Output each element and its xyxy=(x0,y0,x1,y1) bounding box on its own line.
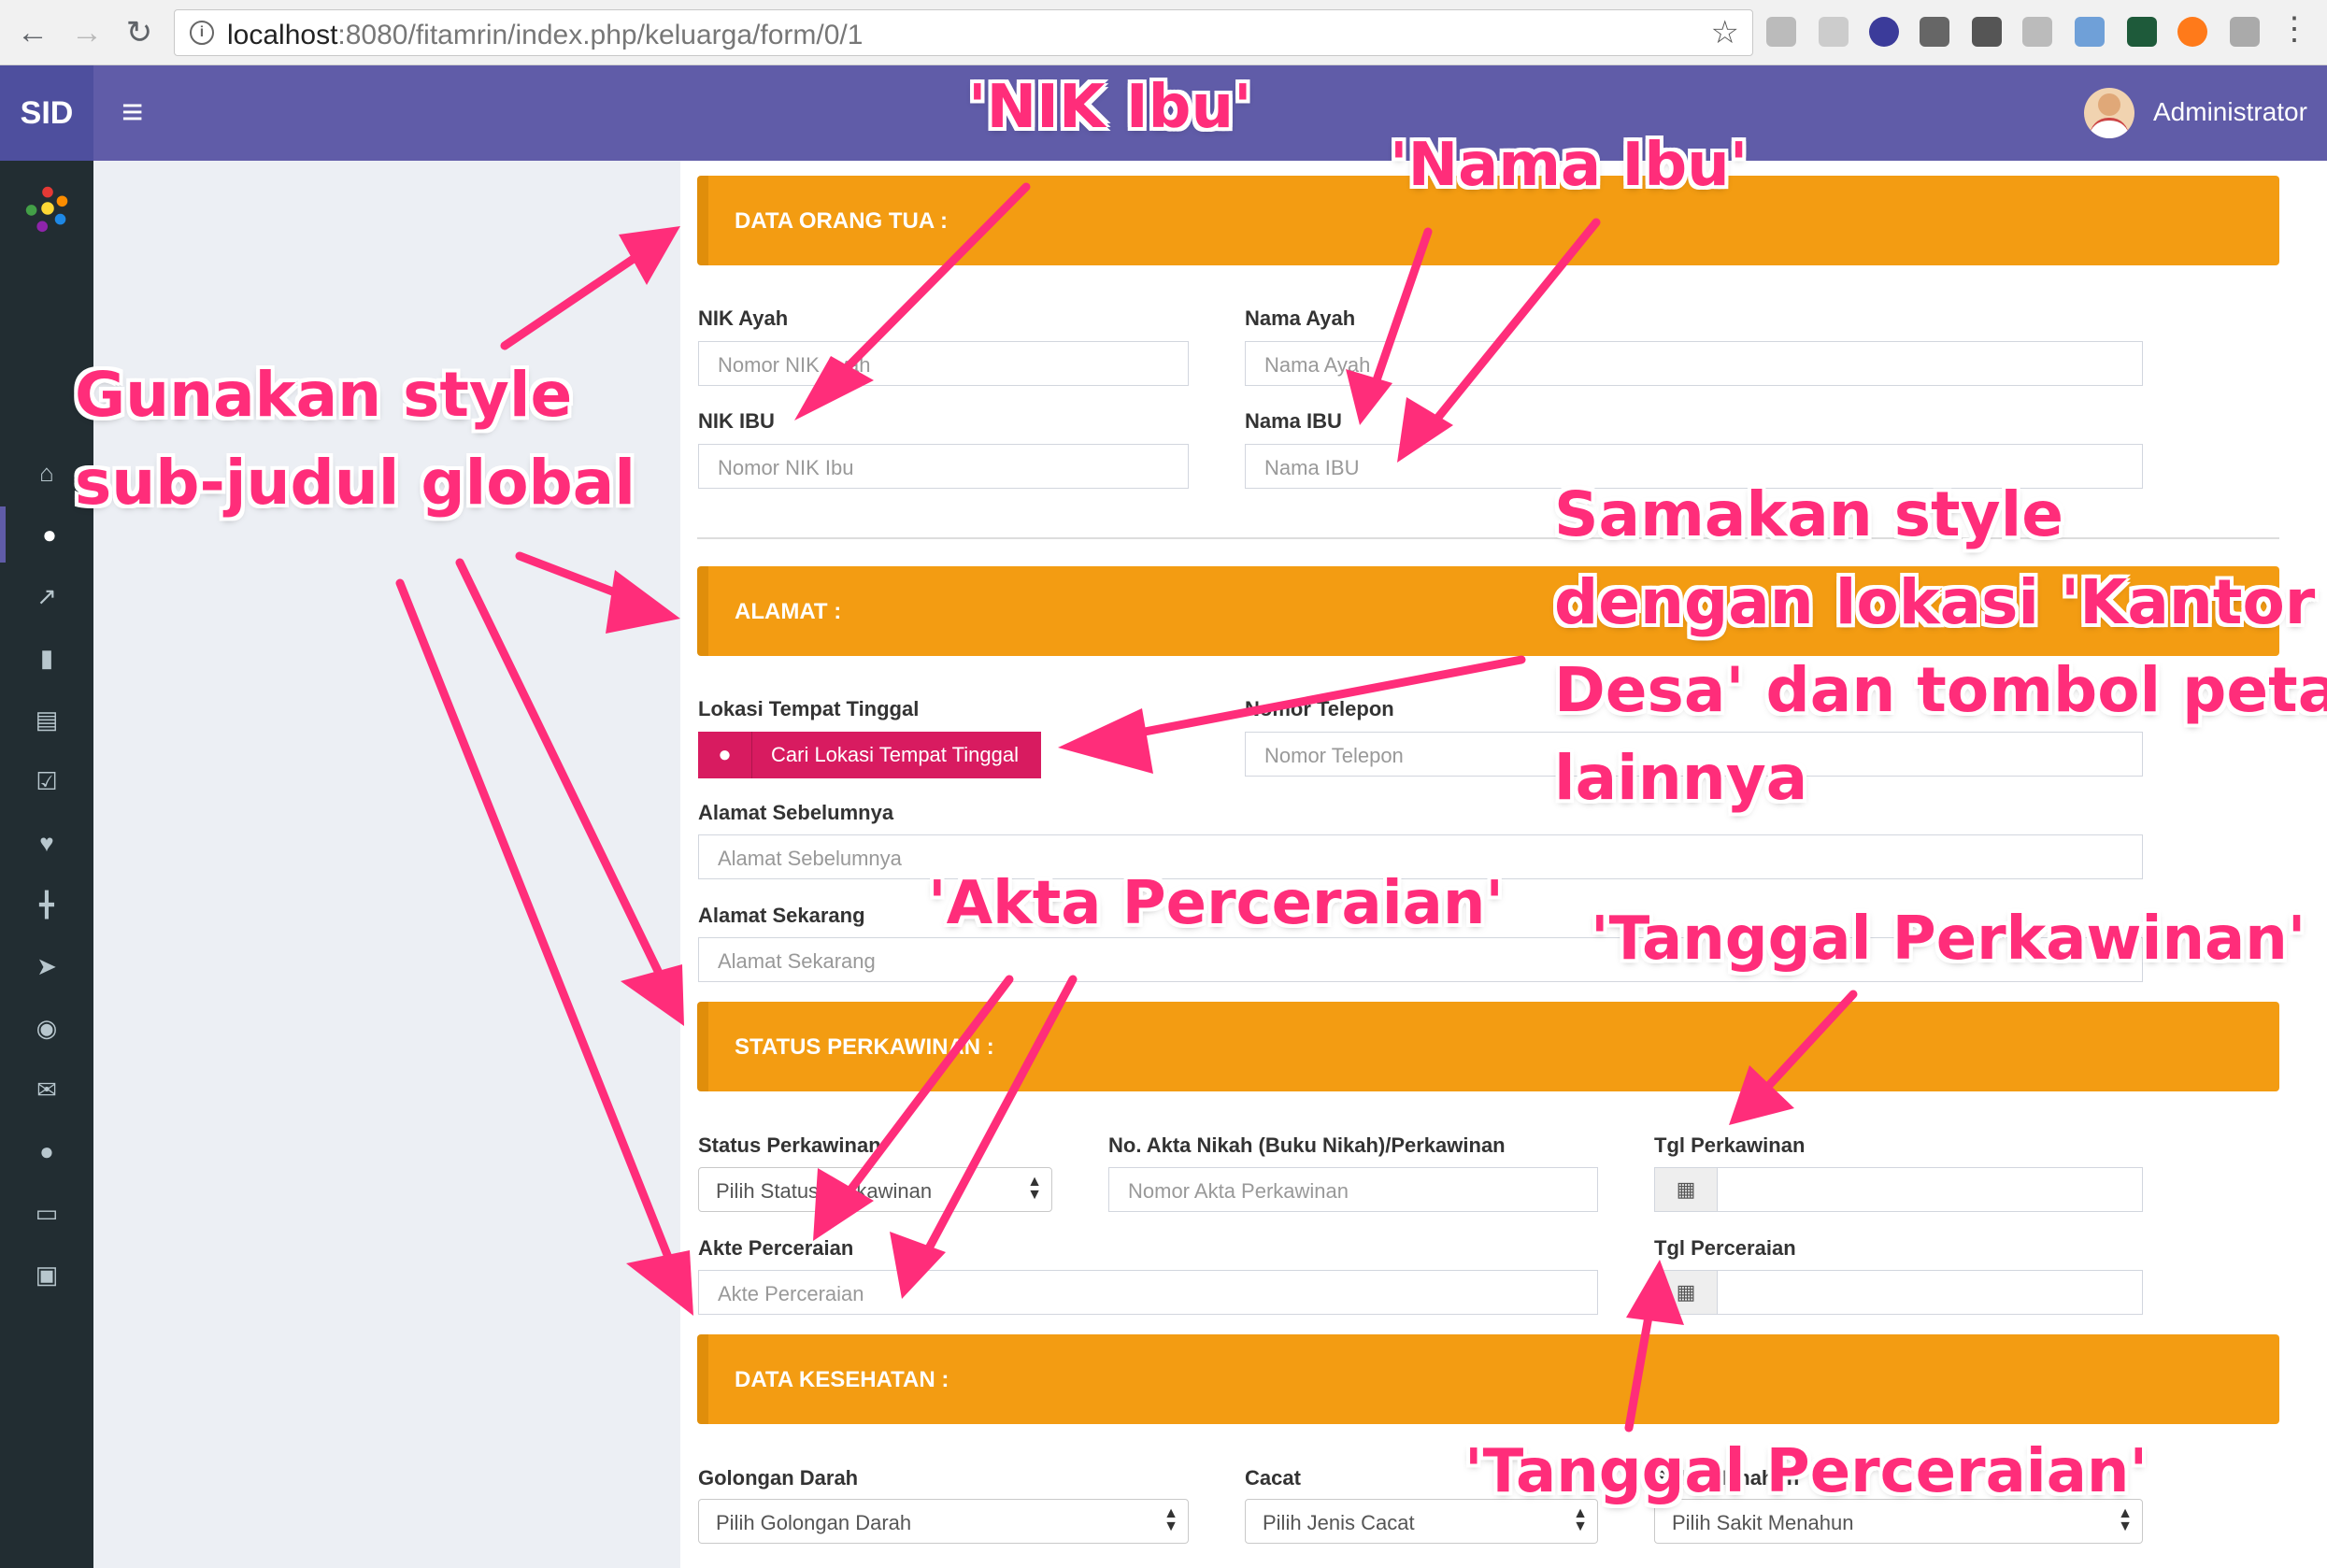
tgl-perkawinan-field: ▦ xyxy=(1654,1167,2143,1212)
forward-icon[interactable]: → xyxy=(67,13,107,52)
annotation-nik-ibu: 'NIK Ibu' xyxy=(968,73,1252,142)
akta-nikah-label: No. Akta Nikah (Buku Nikah)/Perkawinan xyxy=(1108,1133,1506,1157)
arrow-subjudul-alamat xyxy=(515,551,659,612)
tgl-perkawinan-label: Tgl Perkawinan xyxy=(1654,1133,1806,1157)
select-caret-icon: ▲ ▼ xyxy=(2118,1505,2133,1534)
extension-b-icon[interactable] xyxy=(2177,17,2207,47)
reload-icon[interactable]: ↻ xyxy=(120,13,159,52)
back-icon[interactable]: ← xyxy=(13,13,52,52)
arrowhead-subjudul-perkawinan xyxy=(621,964,684,1026)
arrow-subjudul-perkawinan xyxy=(455,558,676,1003)
extension-stack-icon[interactable] xyxy=(2230,17,2260,47)
brand-logo[interactable]: SID xyxy=(0,65,93,161)
arrow-subjudul-kesehatan xyxy=(395,578,685,1292)
calendar-icon[interactable]: ▦ xyxy=(1654,1167,1718,1212)
section-header-perkawinan: STATUS PERKAWINAN : xyxy=(697,1002,2279,1091)
lokasi-label: Lokasi Tempat Tinggal xyxy=(698,697,920,720)
heart-icon[interactable]: ♥ xyxy=(0,815,93,871)
tgl-perceraian-input[interactable] xyxy=(1717,1270,2143,1315)
annotation-samakan-line1: Samakan style xyxy=(1554,478,2064,550)
nama-ayah-label: Nama Ayah xyxy=(1245,306,1356,330)
cari-lokasi-button[interactable]: ● Cari Lokasi Tempat Tinggal xyxy=(698,732,1041,778)
golongan-darah-label: Golongan Darah xyxy=(698,1466,859,1490)
chart-line-icon[interactable]: ↗ xyxy=(0,568,93,624)
annotation-nama-ibu: 'Nama Ibu' xyxy=(1390,131,1749,200)
tgl-perceraian-field: ▦ xyxy=(1654,1270,2143,1315)
book-icon[interactable]: ▮ xyxy=(0,630,93,686)
status-perkawinan-select[interactable]: Pilih Status Perkawinan ▲ ▼ xyxy=(698,1167,1052,1212)
arrow-subjudul-orang-tua xyxy=(500,240,659,350)
nik-ibu-label: NIK IBU xyxy=(698,409,775,433)
signpost-icon[interactable]: ╋ xyxy=(0,877,93,933)
location-arrow-icon[interactable]: ➤ xyxy=(0,938,93,994)
extension-globe-icon[interactable] xyxy=(1869,17,1899,47)
browser-toolbar: ← → ↻ i localhost:8080/fitamrin/index.ph… xyxy=(0,0,2327,65)
user-avatar[interactable] xyxy=(2084,88,2134,138)
user-name[interactable]: Administrator xyxy=(2153,97,2307,127)
nama-ibu-label: Nama IBU xyxy=(1245,409,1342,433)
golongan-darah-value: Pilih Golongan Darah xyxy=(716,1511,912,1534)
annotation-subjudul-line2: sub-judul global xyxy=(75,447,635,519)
cacat-label: Cacat xyxy=(1245,1466,1301,1490)
alamat-sekarang-label: Alamat Sekarang xyxy=(698,904,865,927)
extension-s-icon[interactable] xyxy=(2127,17,2157,47)
extension-github-icon[interactable] xyxy=(1920,17,1949,47)
arrowhead-subjudul-alamat xyxy=(606,570,680,634)
info-icon[interactable]: i xyxy=(190,21,214,45)
akte-perceraian-label: Akte Perceraian xyxy=(698,1236,854,1260)
cacat-value: Pilih Jenis Cacat xyxy=(1263,1511,1415,1534)
akte-perceraian-input[interactable]: Akte Perceraian xyxy=(698,1270,1598,1315)
annotation-subjudul-line1: Gunakan style xyxy=(75,359,573,431)
url-text: localhost:8080/fitamrin/index.php/keluar… xyxy=(227,20,864,50)
section-header-kesehatan: DATA KESEHATAN : xyxy=(697,1334,2279,1424)
select-caret-icon: ▲ ▼ xyxy=(1573,1505,1588,1534)
group-icon[interactable]: ● xyxy=(0,1123,93,1179)
status-perkawinan-label: Status Perkawinan xyxy=(698,1133,881,1157)
select-caret-icon: ▲ ▼ xyxy=(1164,1505,1178,1534)
check-square-icon[interactable]: ☑ xyxy=(0,753,93,809)
nik-ayah-label: NIK Ayah xyxy=(698,306,789,330)
envelope-icon[interactable]: ✉ xyxy=(0,1062,93,1118)
tgl-perceraian-label: Tgl Perceraian xyxy=(1654,1236,1796,1260)
address-bar[interactable]: i localhost:8080/fitamrin/index.php/kelu… xyxy=(174,9,1753,56)
app-logo-icon xyxy=(25,186,68,233)
globe-icon[interactable]: ◉ xyxy=(0,1000,93,1056)
nik-ayah-input[interactable]: Nomor NIK Ayah xyxy=(698,341,1189,386)
map-pin-icon: ● xyxy=(698,732,752,778)
alamat-sebelumnya-label: Alamat Sebelumnya xyxy=(698,801,894,824)
sakit-menahun-value: Pilih Sakit Menahun xyxy=(1672,1511,1854,1534)
extension-bulb-icon[interactable] xyxy=(1972,17,2002,47)
archive-icon[interactable]: ▤ xyxy=(0,691,93,748)
annotation-tanggal-perceraian: 'Tanggal Perceraian' xyxy=(1464,1437,2149,1506)
telepon-label: Nomor Telepon xyxy=(1245,697,1394,720)
annotation-samakan-line3: Desa' dan tombol peta xyxy=(1554,654,2327,726)
tgl-perkawinan-input[interactable] xyxy=(1717,1167,2143,1212)
menu-toggle-icon[interactable]: ≡ xyxy=(121,92,143,134)
golongan-darah-select[interactable]: Pilih Golongan Darah ▲ ▼ xyxy=(698,1499,1189,1544)
bookmark-star-icon[interactable]: ☆ xyxy=(1711,14,1739,51)
extension-window-icon[interactable] xyxy=(1819,17,1849,47)
calendar-icon[interactable]: ▦ xyxy=(1654,1270,1718,1315)
select-caret-icon: ▲ ▼ xyxy=(1027,1174,1042,1203)
status-perkawinan-value: Pilih Status Perkawinan xyxy=(716,1179,933,1203)
inbox-icon[interactable]: ▣ xyxy=(0,1247,93,1303)
cari-lokasi-button-label: Cari Lokasi Tempat Tinggal xyxy=(771,743,1019,766)
arrowhead-subjudul-orang-tua xyxy=(619,226,680,285)
extension-eye-icon[interactable] xyxy=(2022,17,2052,47)
annotation-samakan-line4: lainnya xyxy=(1554,742,1808,814)
extension-chart-icon[interactable] xyxy=(2075,17,2105,47)
annotation-tanggal-perkawinan: 'Tanggal Perkawinan' xyxy=(1591,905,2306,974)
akta-nikah-input[interactable]: Nomor Akta Perkawinan xyxy=(1108,1167,1598,1212)
nama-ayah-input[interactable]: Nama Ayah xyxy=(1245,341,2143,386)
annotation-samakan-line2: dengan lokasi 'Kantor xyxy=(1554,566,2316,638)
browser-menu-icon[interactable]: ⋮ xyxy=(2278,13,2310,45)
nik-ibu-input[interactable]: Nomor NIK Ibu xyxy=(698,444,1189,489)
desktop-icon[interactable]: ▭ xyxy=(0,1185,93,1241)
extension-trello-icon[interactable] xyxy=(1766,17,1796,47)
annotation-akta-perceraian: 'Akta Perceraian' xyxy=(928,869,1504,938)
